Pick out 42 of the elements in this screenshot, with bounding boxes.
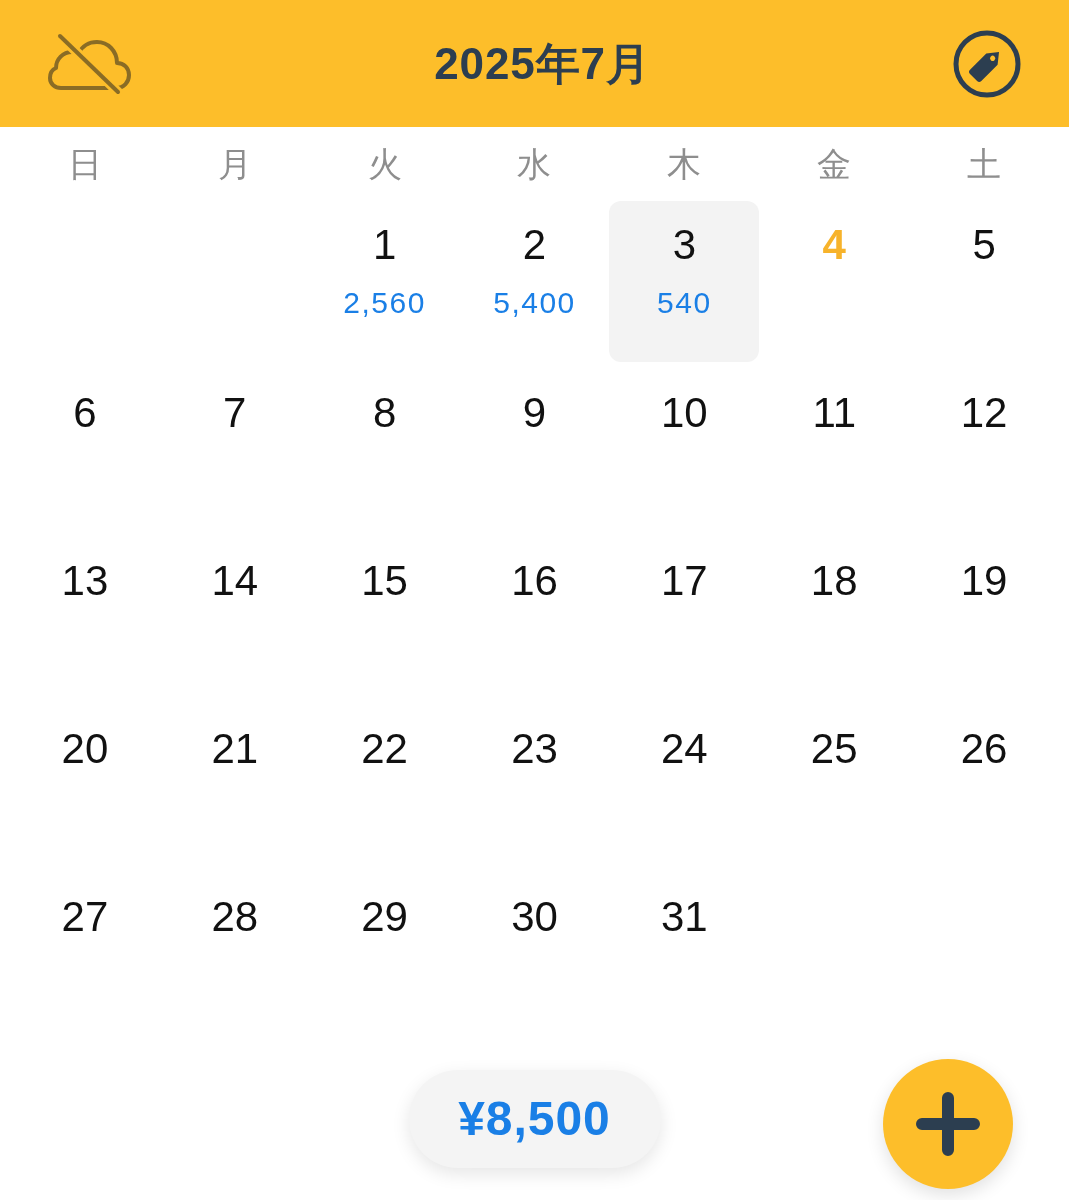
day-cell[interactable]: 22 xyxy=(309,705,460,866)
day-cell[interactable]: 21 xyxy=(159,705,310,866)
day-cell[interactable]: 9 xyxy=(459,369,610,530)
weekday-label: 土 xyxy=(967,147,1002,181)
day-cell[interactable]: 8 xyxy=(309,369,460,530)
day-cell[interactable]: 20 xyxy=(10,705,160,866)
day-cell[interactable]: 13 xyxy=(10,537,160,698)
weekday-label: 水 xyxy=(517,147,552,181)
weekday-label: 木 xyxy=(667,147,702,181)
day-cell[interactable]: 25 xyxy=(759,705,910,866)
tag-icon[interactable] xyxy=(953,29,1021,98)
weekday-label: 火 xyxy=(367,147,402,181)
month-title: 2025年7月 xyxy=(434,41,651,86)
day-cell[interactable]: 1 2,560 xyxy=(309,201,460,362)
day-cell[interactable]: 29 xyxy=(309,873,460,1034)
day-cell[interactable]: 28 xyxy=(159,873,310,1034)
day-cell[interactable]: 16 xyxy=(459,537,610,698)
cloud-slash-icon[interactable] xyxy=(48,31,132,96)
day-cell[interactable]: 11 xyxy=(759,369,910,530)
plus-icon xyxy=(916,1092,980,1156)
weekday-label: 金 xyxy=(817,147,852,181)
monthly-total[interactable]: ¥8,500 xyxy=(408,1070,661,1168)
day-cell[interactable]: 17 xyxy=(609,537,760,698)
day-cell[interactable]: 18 xyxy=(759,537,910,698)
day-cell[interactable]: 31 xyxy=(609,873,760,1034)
day-cell[interactable]: 30 xyxy=(459,873,610,1034)
day-cell[interactable]: 3 540 xyxy=(609,201,760,362)
day-cell[interactable]: 19 xyxy=(909,537,1059,698)
day-cell[interactable]: 6 xyxy=(10,369,160,530)
weekday-label: 月 xyxy=(217,147,252,181)
weekday-label: 日 xyxy=(67,147,102,181)
day-cell[interactable]: 2 5,400 xyxy=(459,201,610,362)
day-cell[interactable]: 14 xyxy=(159,537,310,698)
day-cell[interactable]: 24 xyxy=(609,705,760,866)
day-cell[interactable]: 12 xyxy=(909,369,1059,530)
day-cell[interactable]: 5 xyxy=(909,201,1059,362)
day-cell[interactable]: 26 xyxy=(909,705,1059,866)
day-cell[interactable]: 7 xyxy=(159,369,310,530)
day-cell[interactable]: 27 xyxy=(10,873,160,1034)
day-cell[interactable]: 10 xyxy=(609,369,760,530)
day-cell[interactable]: 23 xyxy=(459,705,610,866)
day-cell[interactable]: 15 xyxy=(309,537,460,698)
